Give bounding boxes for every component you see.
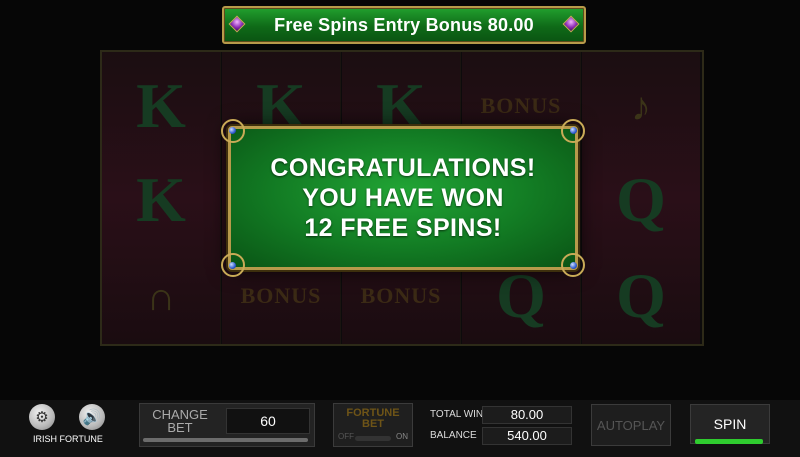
change-bet-button[interactable]: CHANGE BET	[150, 408, 210, 434]
popup-line-2: YOU HAVE WON	[302, 184, 504, 212]
symbol: Q	[616, 164, 666, 235]
bet-value: 60	[226, 408, 310, 434]
balance-value: 540.00	[482, 427, 572, 445]
game-name: IRISH FORTUNE	[33, 434, 103, 444]
horseshoe-icon: ∩	[146, 273, 176, 319]
game-stage: Free Spins Entry Bonus 80.00 K K ∩ K K B…	[0, 0, 800, 400]
fortune-bet-label: FORTUNE BET	[334, 408, 412, 430]
purple-gem-icon	[562, 15, 580, 33]
celtic-knot-icon	[221, 119, 247, 145]
celtic-knot-icon	[559, 119, 585, 145]
popup-line-3: 12 FREE SPINS!	[304, 214, 502, 242]
autoplay-button[interactable]: AUTOPLAY	[591, 404, 671, 446]
reel-column: ♪ Q Q	[582, 52, 700, 344]
free-spins-win-popup: CONGRATULATIONS! YOU HAVE WON 12 FREE SP…	[221, 119, 585, 277]
gear-icon[interactable]: ⚙	[29, 404, 55, 430]
bet-slider[interactable]	[143, 438, 308, 442]
fortune-bet-line2: BET	[362, 418, 384, 430]
balance-label: BALANCE	[430, 430, 477, 441]
symbol: K	[136, 70, 186, 141]
harp-icon: ♪	[631, 83, 651, 129]
symbol: K	[136, 164, 186, 235]
popup-line-1: CONGRATULATIONS!	[270, 154, 536, 182]
fortune-switch[interactable]	[355, 436, 391, 441]
total-win-value: 80.00	[482, 406, 572, 424]
celtic-knot-icon	[221, 251, 247, 277]
purple-gem-icon	[228, 15, 246, 33]
symbol: Q	[616, 260, 666, 331]
speaker-icon[interactable]: 🔊	[79, 404, 105, 430]
fortune-on-label: ON	[396, 432, 408, 441]
celtic-knot-icon	[559, 251, 585, 277]
reel-column: K K ∩	[102, 52, 221, 344]
free-spins-banner: Free Spins Entry Bonus 80.00	[222, 6, 586, 44]
spin-button[interactable]: SPIN	[690, 404, 770, 444]
banner-text: Free Spins Entry Bonus 80.00	[274, 14, 534, 35]
total-win-label: TOTAL WIN	[430, 409, 484, 420]
fortune-bet-toggle[interactable]: FORTUNE BET OFF ON	[333, 403, 413, 447]
change-bet-label-line2: BET	[167, 420, 193, 435]
fortune-off-label: OFF	[338, 432, 354, 441]
spin-indicator	[695, 439, 763, 444]
